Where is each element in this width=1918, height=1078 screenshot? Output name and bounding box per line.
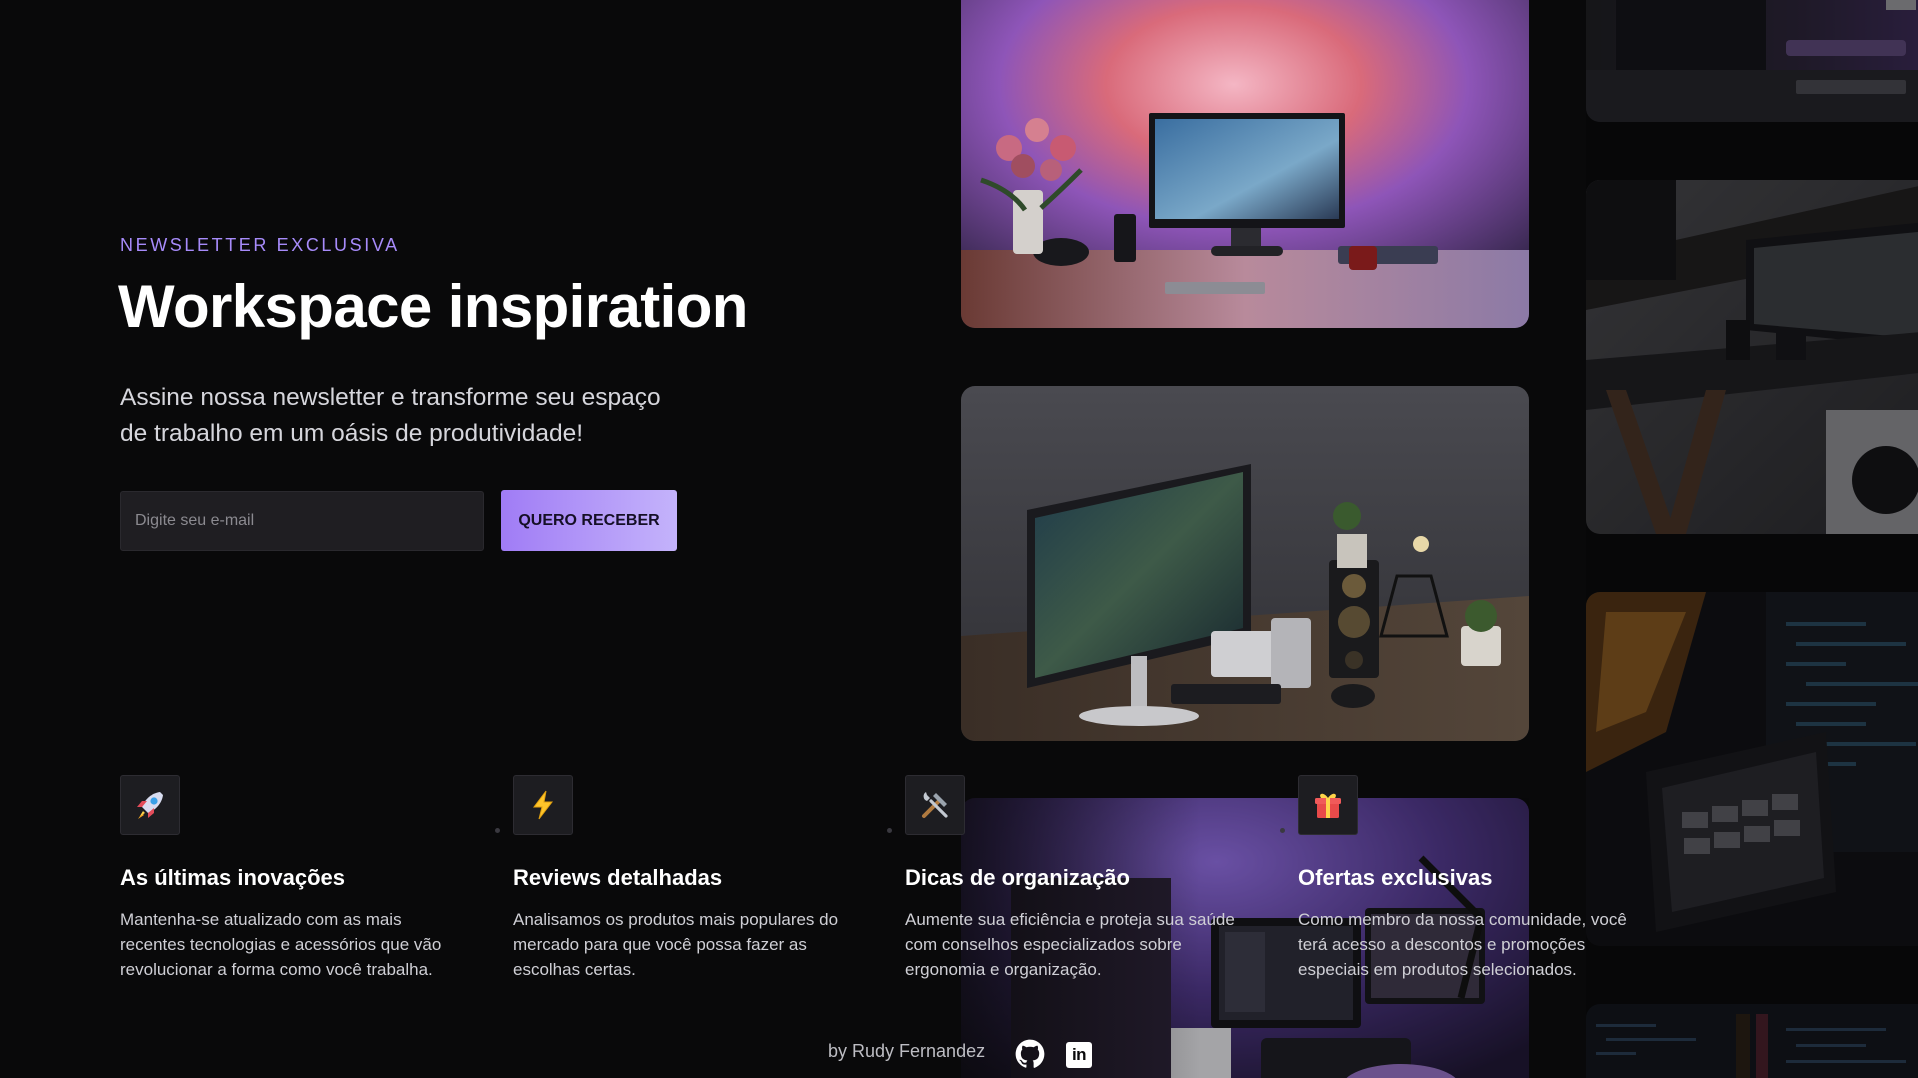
feature-title: Ofertas exclusivas <box>1298 865 1493 890</box>
feature-description-line: especiais em produtos selecionados. <box>1298 960 1577 979</box>
feature-card: As últimas inovações Mantenha-se atualiz… <box>120 775 480 982</box>
feature-description: Mantenha-se atualizado com as mais recen… <box>120 907 480 982</box>
feature-description-line: terá acesso a descontos e promoções <box>1298 935 1586 954</box>
dark-desk-photo <box>1586 180 1918 534</box>
github-icon[interactable] <box>1015 1039 1045 1069</box>
feature-description-line: Como membro da nossa comunidade, você <box>1298 910 1627 929</box>
desk-monitor-photo <box>961 0 1529 328</box>
feature-description-line: revolucionar a forma como você trabalha. <box>120 960 433 979</box>
separator-dot <box>887 828 892 833</box>
feature-description-line: Analisamos os produtos mais populares do <box>513 910 839 929</box>
feature-title: Reviews detalhadas <box>513 865 723 890</box>
feature-card: Ofertas exclusivas Como membro da nossa … <box>1280 775 1658 982</box>
newsletter-eyebrow: NEWSLETTER EXCLUSIVA <box>120 235 400 255</box>
feature-description-line: com conselhos especializados sobre <box>905 935 1182 954</box>
rocket-icon <box>120 775 180 835</box>
desk-speaker-photo <box>961 386 1529 741</box>
feature-title: Dicas de organização <box>905 865 1130 890</box>
tools-icon <box>905 775 965 835</box>
feature-description-line: mercado para que você possa fazer as <box>513 935 807 954</box>
lightning-icon <box>513 775 573 835</box>
hero-subtitle-line: Assine nossa newsletter e transforme seu… <box>120 384 661 411</box>
feature-card: Reviews detalhadas Analisamos os produto… <box>495 775 873 982</box>
hero-subtitle-line: de trabalho em um oásis de produtividade… <box>120 420 584 447</box>
separator-dot <box>1280 828 1285 833</box>
feature-card: Dicas de organização Aumente sua eficiên… <box>887 775 1265 982</box>
top-desk-photo <box>1586 0 1918 122</box>
separator-dot <box>495 828 500 833</box>
gift-icon <box>1298 775 1358 835</box>
subscribe-button[interactable]: QUERO RECEBER <box>501 490 677 551</box>
email-input[interactable] <box>120 491 484 551</box>
code-screen-photo <box>1586 1004 1918 1078</box>
hero-subtitle: Assine nossa newsletter e transforme seu… <box>120 380 720 452</box>
feature-description: Aumente sua eficiência e proteja sua saú… <box>905 907 1265 982</box>
feature-description-line: escolhas certas. <box>513 960 636 979</box>
author-credit: by Rudy Fernandez <box>828 1041 986 1061</box>
page-title: Workspace inspiration <box>118 273 748 340</box>
feature-description: Analisamos os produtos mais populares do… <box>513 907 873 982</box>
feature-description-line: Aumente sua eficiência e proteja sua saú… <box>905 910 1235 929</box>
linkedin-icon-text: in <box>1071 1045 1087 1064</box>
feature-description: Como membro da nossa comunidade, você te… <box>1298 907 1658 982</box>
feature-description-line: ergonomia e organização. <box>905 960 1102 979</box>
feature-description-line: Mantenha-se atualizado com as mais <box>120 910 402 929</box>
linkedin-icon[interactable]: in <box>1066 1042 1092 1068</box>
feature-title: As últimas inovações <box>120 865 345 890</box>
feature-description-line: recentes tecnologias e acessórios que vã… <box>120 935 442 954</box>
